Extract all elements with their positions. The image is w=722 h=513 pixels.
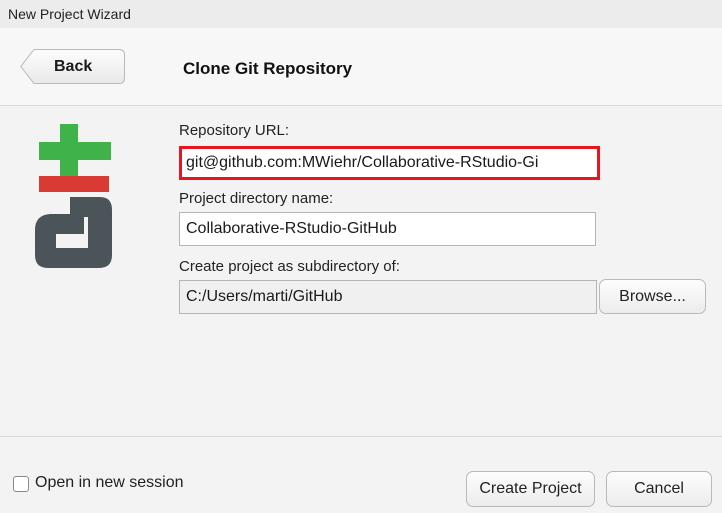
- new-project-wizard-window: New Project Wizard Back Clone Git Reposi…: [0, 0, 722, 513]
- page-title: Clone Git Repository: [183, 59, 353, 78]
- back-button[interactable]: Back: [20, 49, 125, 84]
- wizard-header: Back Clone Git Repository: [0, 28, 722, 106]
- window-title: New Project Wizard: [0, 0, 722, 28]
- project-directory-input[interactable]: Collaborative-RStudio-GitHub: [179, 212, 596, 246]
- browse-button[interactable]: Browse...: [599, 279, 706, 314]
- open-new-session-label[interactable]: Open in new session: [35, 474, 184, 492]
- project-directory-label: Project directory name:: [179, 190, 334, 207]
- repository-url-label: Repository URL:: [179, 122, 290, 139]
- git-logo-icon: [30, 124, 120, 272]
- subdirectory-input[interactable]: C:/Users/marti/GitHub: [179, 280, 597, 314]
- subdirectory-label: Create project as subdirectory of:: [179, 258, 400, 275]
- back-button-label: Back: [54, 58, 93, 75]
- repository-url-input[interactable]: git@github.com:MWiehr/Collaborative-RStu…: [179, 146, 600, 180]
- create-project-button[interactable]: Create Project: [466, 471, 595, 507]
- open-new-session-checkbox[interactable]: [13, 476, 29, 492]
- footer-divider: [0, 436, 722, 437]
- cancel-button[interactable]: Cancel: [606, 471, 712, 507]
